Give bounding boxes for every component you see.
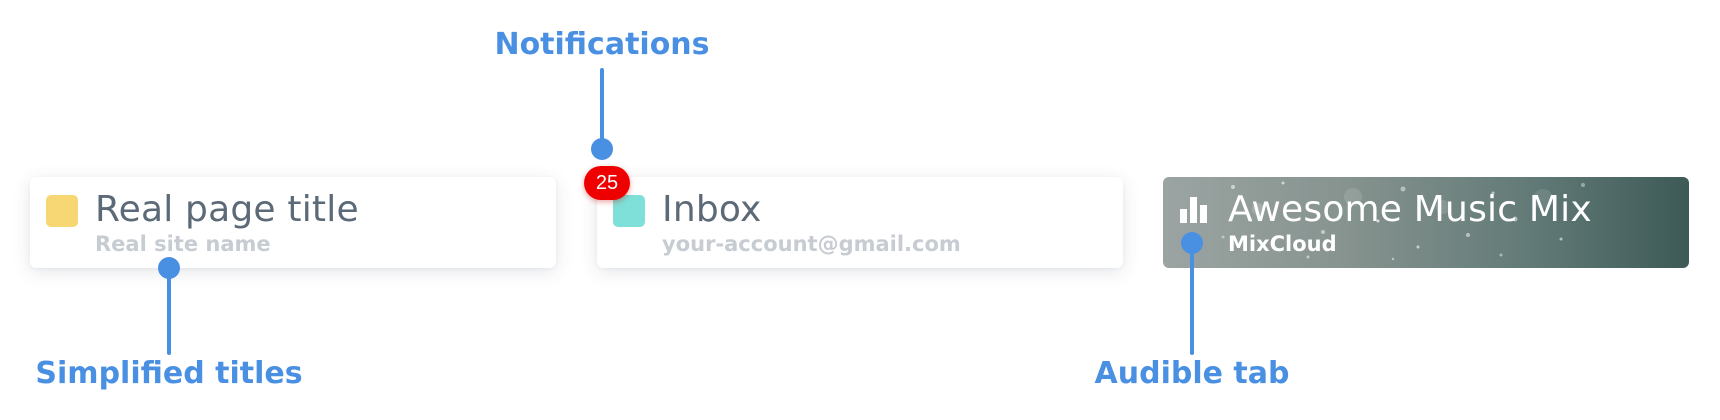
annotation-leader-line [167,270,171,355]
tab-title: Real page title [95,189,359,230]
tab-title: Awesome Music Mix [1228,189,1592,230]
tab-real-page[interactable]: Real page title Real site name [30,177,556,268]
tab-title: Inbox [662,189,762,230]
audio-bars-icon [1180,197,1207,223]
tab-subtitle: your-account@gmail.com [662,232,961,256]
tab-music-mix[interactable]: Awesome Music Mix MixCloud [1163,177,1689,268]
tab-subtitle: MixCloud [1228,232,1337,256]
tab-inbox[interactable]: Inbox your-account@gmail.com [597,177,1123,268]
annotation-audible-tab: Audible tab [1094,356,1290,391]
annotation-notifications: Notifications [494,27,710,62]
annotation-dot [591,138,613,160]
annotation-leader-line [1190,245,1194,355]
annotation-leader-line [600,68,604,148]
annotation-simplified-titles: Simplified titles [35,356,303,391]
yellow-favicon-icon [46,195,78,227]
teal-favicon-icon [613,195,645,227]
tab-subtitle: Real site name [95,232,271,256]
notification-badge: 25 [584,166,630,200]
